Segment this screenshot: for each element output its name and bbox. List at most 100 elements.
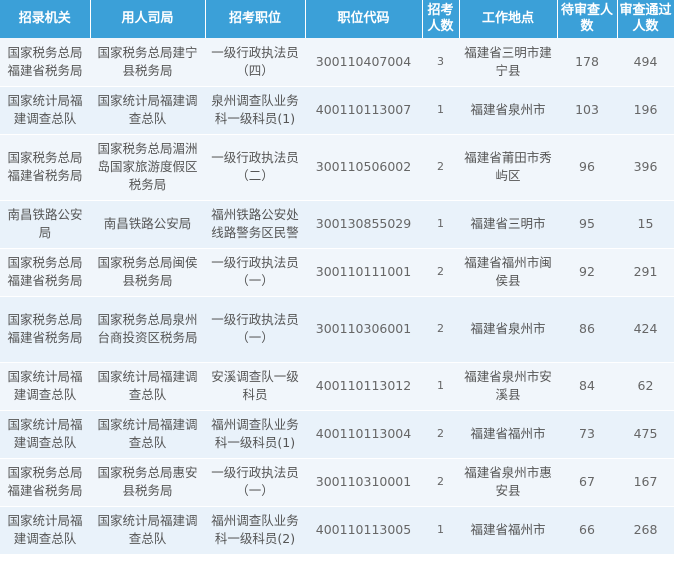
table-row: 南昌铁路公安局 南昌铁路公安局 福州铁路公安处线路警务区民警 300130855029…	[0, 200, 674, 249]
cell-count: 2	[422, 458, 459, 507]
cell-org: 国家税务总局福建省税务局	[0, 458, 90, 507]
cell-pending: 178	[557, 38, 617, 87]
cell-location: 福建省福州市	[459, 506, 557, 555]
cell-count: 1	[422, 86, 459, 135]
cell-dept: 国家统计局福建调查总队	[90, 506, 205, 555]
header-pending: 待审查人数	[557, 0, 618, 38]
cell-count: 2	[422, 296, 459, 363]
cell-code: 400110113005	[305, 506, 422, 555]
cell-post: 一级行政执法员（二）	[205, 134, 305, 201]
cell-location: 福建省三明市	[459, 200, 557, 249]
cell-passed: 291	[617, 248, 674, 297]
cell-passed: 62	[617, 362, 674, 411]
cell-location: 福建省福州市闽侯县	[459, 248, 557, 297]
table-row: 国家税务总局福建省税务局 国家税务总局闽侯县税务局 一级行政执法员（一） 300110…	[0, 248, 674, 297]
header-row: 招录机关 用人司局 招考职位 职位代码 招考人数 工作地点 待审查人数 审查通过…	[0, 0, 674, 38]
cell-org: 国家统计局福建调查总队	[0, 86, 90, 135]
cell-pending: 96	[557, 134, 617, 201]
cell-post: 福州铁路公安处线路警务区民警	[205, 200, 305, 249]
cell-count: 1	[422, 506, 459, 555]
table-row: 国家税务总局福建省税务局 国家税务总局惠安县税务局 一级行政执法员（一） 300110…	[0, 458, 674, 507]
cell-code: 300110306001	[305, 296, 422, 363]
cell-post: 一级行政执法员（一）	[205, 296, 305, 363]
cell-count: 3	[422, 38, 459, 87]
header-location: 工作地点	[459, 0, 558, 38]
cell-pending: 86	[557, 296, 617, 363]
cell-passed: 196	[617, 86, 674, 135]
cell-code: 300110111001	[305, 248, 422, 297]
cell-code: 300110310001	[305, 458, 422, 507]
header-count: 招考人数	[422, 0, 460, 38]
cell-passed: 268	[617, 506, 674, 555]
cell-count: 1	[422, 200, 459, 249]
cell-org: 国家统计局福建调查总队	[0, 410, 90, 459]
table-body: 国家税务总局福建省税务局 国家税务总局建宁县税务局 一级行政执法员（四） 300110…	[0, 38, 674, 555]
cell-org: 国家统计局福建调查总队	[0, 506, 90, 555]
cell-passed: 475	[617, 410, 674, 459]
cell-org: 国家统计局福建调查总队	[0, 362, 90, 411]
header-dept: 用人司局	[90, 0, 206, 38]
header-passed: 审查通过人数	[617, 0, 674, 38]
cell-post: 一级行政执法员（四）	[205, 38, 305, 87]
table-row: 国家税务总局福建省税务局 国家税务总局泉州台商投资区税务局 一级行政执法员（一） 30…	[0, 296, 674, 363]
cell-org: 国家税务总局福建省税务局	[0, 38, 90, 87]
cell-code: 300110506002	[305, 134, 422, 201]
cell-dept: 国家统计局福建调查总队	[90, 86, 205, 135]
table-row: 国家统计局福建调查总队 国家统计局福建调查总队 福州调查队业务科一级科员(1) 400…	[0, 410, 674, 459]
cell-pending: 84	[557, 362, 617, 411]
cell-passed: 396	[617, 134, 674, 201]
cell-count: 2	[422, 410, 459, 459]
cell-location: 福建省泉州市	[459, 86, 557, 135]
cell-org: 国家税务总局福建省税务局	[0, 296, 90, 363]
cell-count: 2	[422, 134, 459, 201]
cell-org: 国家税务总局福建省税务局	[0, 248, 90, 297]
table-row: 国家统计局福建调查总队 国家统计局福建调查总队 安溪调查队一级科员 400110113…	[0, 362, 674, 411]
cell-dept: 国家税务总局建宁县税务局	[90, 38, 205, 87]
table-row: 国家税务总局福建省税务局 国家税务总局建宁县税务局 一级行政执法员（四） 300110…	[0, 38, 674, 87]
cell-passed: 167	[617, 458, 674, 507]
cell-location: 福建省三明市建宁县	[459, 38, 557, 87]
cell-post: 一级行政执法员（一）	[205, 458, 305, 507]
table-row: 国家统计局福建调查总队 国家统计局福建调查总队 福州调查队业务科一级科员(2) 400…	[0, 506, 674, 555]
cell-post: 福州调查队业务科一级科员(1)	[205, 410, 305, 459]
cell-dept: 国家统计局福建调查总队	[90, 410, 205, 459]
cell-post: 福州调查队业务科一级科员(2)	[205, 506, 305, 555]
cell-passed: 424	[617, 296, 674, 363]
cell-pending: 95	[557, 200, 617, 249]
cell-location: 福建省莆田市秀屿区	[459, 134, 557, 201]
cell-passed: 15	[617, 200, 674, 249]
table-row: 国家税务总局福建省税务局 国家税务总局湄洲岛国家旅游度假区税务局 一级行政执法员（二…	[0, 134, 674, 201]
cell-dept: 国家税务总局泉州台商投资区税务局	[90, 296, 205, 363]
cell-pending: 92	[557, 248, 617, 297]
cell-count: 2	[422, 248, 459, 297]
cell-dept: 国家税务总局湄洲岛国家旅游度假区税务局	[90, 134, 205, 201]
cell-location: 福建省福州市	[459, 410, 557, 459]
cell-dept: 国家税务总局惠安县税务局	[90, 458, 205, 507]
cell-passed: 494	[617, 38, 674, 87]
cell-dept: 南昌铁路公安局	[90, 200, 205, 249]
cell-post: 泉州调查队业务科一级科员(1)	[205, 86, 305, 135]
header-post: 招考职位	[205, 0, 306, 38]
header-org: 招录机关	[0, 0, 91, 38]
cell-code: 400110113004	[305, 410, 422, 459]
table-row: 国家统计局福建调查总队 国家统计局福建调查总队 泉州调查队业务科一级科员(1) 400…	[0, 86, 674, 135]
cell-pending: 73	[557, 410, 617, 459]
cell-org: 南昌铁路公安局	[0, 200, 90, 249]
cell-count: 1	[422, 362, 459, 411]
recruitment-table: 招录机关 用人司局 招考职位 职位代码 招考人数 工作地点 待审查人数 审查通过…	[0, 0, 674, 555]
header-code: 职位代码	[305, 0, 423, 38]
cell-pending: 103	[557, 86, 617, 135]
cell-pending: 67	[557, 458, 617, 507]
cell-dept: 国家税务总局闽侯县税务局	[90, 248, 205, 297]
cell-dept: 国家统计局福建调查总队	[90, 362, 205, 411]
cell-location: 福建省泉州市安溪县	[459, 362, 557, 411]
cell-post: 安溪调查队一级科员	[205, 362, 305, 411]
cell-org: 国家税务总局福建省税务局	[0, 134, 90, 201]
cell-code: 300130855029	[305, 200, 422, 249]
cell-post: 一级行政执法员（一）	[205, 248, 305, 297]
cell-code: 300110407004	[305, 38, 422, 87]
cell-pending: 66	[557, 506, 617, 555]
cell-code: 400110113007	[305, 86, 422, 135]
cell-location: 福建省泉州市惠安县	[459, 458, 557, 507]
cell-code: 400110113012	[305, 362, 422, 411]
